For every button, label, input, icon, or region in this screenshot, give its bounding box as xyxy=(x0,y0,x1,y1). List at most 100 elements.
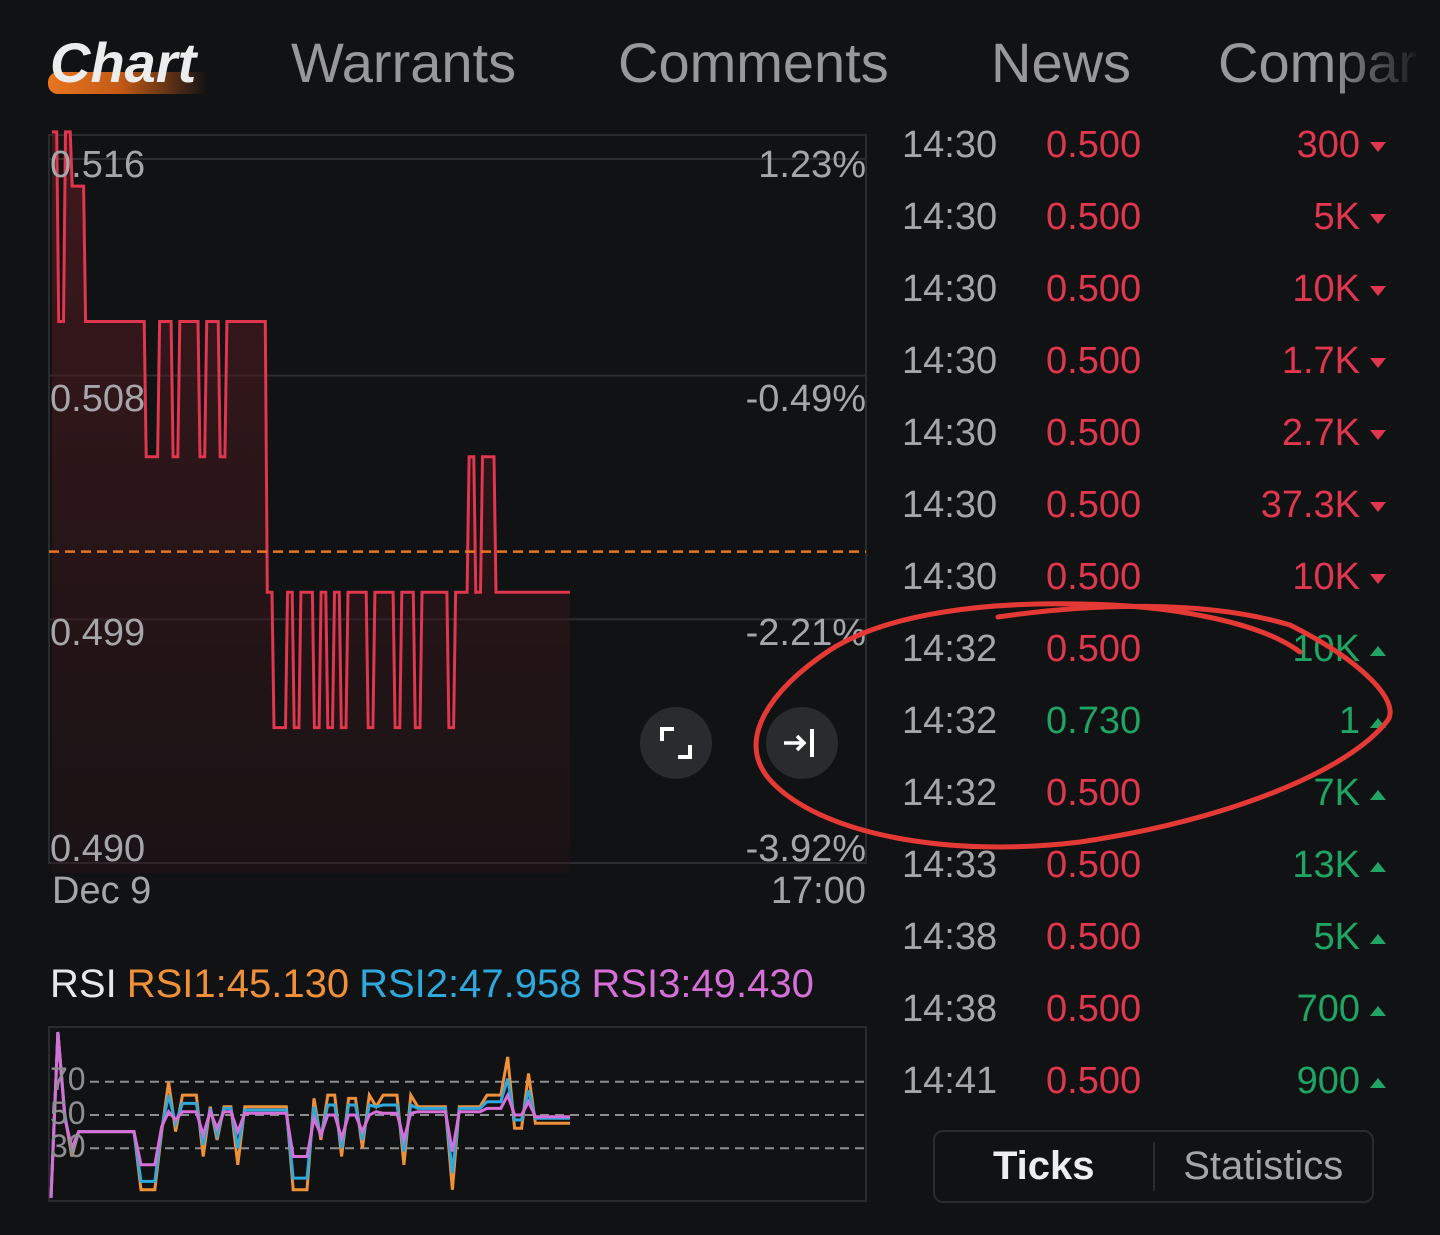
tick-price: 0.500 xyxy=(1046,916,1142,958)
tick-price: 0.500 xyxy=(1046,988,1142,1030)
tab-warrants[interactable]: Warrants xyxy=(291,30,516,95)
price-area-fill xyxy=(52,131,570,873)
y-tick-right-0: 1.23% xyxy=(758,144,866,186)
tick-time: 14:32 xyxy=(902,772,998,814)
tick-price: 0.500 xyxy=(1046,412,1142,454)
tick-time: 14:30 xyxy=(902,484,998,526)
triangle-down-icon xyxy=(1370,214,1386,224)
triangle-up-icon xyxy=(1370,862,1386,872)
rsi-chart[interactable]: 70 50 30 xyxy=(0,1020,880,1210)
tick-row: 14:30 0.500 5K xyxy=(880,184,1440,256)
tick-time: 14:32 xyxy=(902,700,998,742)
tick-time: 14:30 xyxy=(902,556,998,598)
tick-row: 14:41 0.500 900 xyxy=(880,1048,1440,1115)
tab-bar: Chart Warrants Comments News Compar xyxy=(0,0,1440,125)
tick-price: 0.500 xyxy=(1046,844,1142,886)
price-chart-canvas xyxy=(48,130,867,873)
triangle-down-icon xyxy=(1370,502,1386,512)
triangle-down-icon xyxy=(1370,574,1386,584)
tick-row: 14:30 0.500 10K xyxy=(880,256,1440,328)
tick-volume: 700 xyxy=(1296,988,1360,1030)
tab-chart-label: Chart xyxy=(50,31,197,94)
tick-price: 0.500 xyxy=(1046,556,1142,598)
tick-time: 14:38 xyxy=(902,988,998,1030)
triangle-up-icon xyxy=(1370,934,1386,944)
tick-price: 0.500 xyxy=(1046,130,1142,166)
fullscreen-button[interactable] xyxy=(640,707,712,779)
y-tick-left-0: 0.516 xyxy=(50,144,146,186)
tick-volume: 7K xyxy=(1313,772,1360,814)
y-tick-left-3: 0.490 xyxy=(50,828,146,870)
tick-row: 14:30 0.500 1.7K xyxy=(880,328,1440,400)
toggle-ticks[interactable]: Ticks xyxy=(935,1132,1153,1201)
y-tick-right-1: -0.49% xyxy=(745,378,866,420)
tick-price: 0.500 xyxy=(1046,628,1142,670)
scroll-to-latest-button[interactable] xyxy=(766,707,838,779)
arrow-to-end-icon xyxy=(784,729,814,757)
x-tick-start: Dec 9 xyxy=(52,870,152,912)
tick-row: 14:30 0.500 37.3K xyxy=(880,472,1440,544)
tab-comments[interactable]: Comments xyxy=(618,30,889,95)
tick-price: 0.500 xyxy=(1046,268,1142,310)
tick-volume: 10K xyxy=(1292,268,1360,310)
tick-row: 14:30 0.500 10K xyxy=(880,544,1440,616)
rsi1-legend: RSI1:45.130 xyxy=(126,962,350,1006)
tick-price: 0.500 xyxy=(1046,772,1142,814)
rsi2-legend: RSI2:47.958 xyxy=(359,962,582,1006)
tick-time: 14:30 xyxy=(902,196,998,238)
tick-volume: 900 xyxy=(1296,1060,1360,1102)
tab-company[interactable]: Compar xyxy=(1218,30,1417,95)
tick-row: 14:38 0.500 5K xyxy=(880,904,1440,976)
tick-volume: 1.7K xyxy=(1281,340,1360,382)
tick-volume: 5K xyxy=(1313,916,1360,958)
rsi-tick-70: 70 xyxy=(50,1061,86,1097)
tick-row: 14:32 0.500 10K xyxy=(880,616,1440,688)
rsi-chart-canvas xyxy=(48,1026,867,1202)
rsi-title: RSI xyxy=(50,962,117,1006)
tick-time: 14:30 xyxy=(902,130,998,166)
y-tick-right-3: -3.92% xyxy=(745,828,866,870)
triangle-up-icon xyxy=(1370,790,1386,800)
y-tick-left-2: 0.499 xyxy=(50,612,146,654)
tick-time: 14:30 xyxy=(902,340,998,382)
tick-row: 14:38 0.500 700 xyxy=(880,976,1440,1048)
triangle-up-icon xyxy=(1370,646,1386,656)
tick-volume: 10K xyxy=(1292,556,1360,598)
triangle-down-icon xyxy=(1370,286,1386,296)
tick-volume: 5K xyxy=(1313,196,1360,238)
tick-volume: 2.7K xyxy=(1281,412,1360,454)
price-chart[interactable]: 0.516 0.508 0.499 0.490 1.23% -0.49% -2.… xyxy=(0,130,880,930)
rsi3-legend: RSI3:49.430 xyxy=(591,962,814,1006)
triangle-up-icon xyxy=(1370,1078,1386,1088)
tick-volume: 10K xyxy=(1292,628,1360,670)
triangle-up-icon xyxy=(1370,1006,1386,1016)
tick-price: 0.500 xyxy=(1046,484,1142,526)
toggle-statistics[interactable]: Statistics xyxy=(1155,1132,1373,1201)
tab-company-label: Compar xyxy=(1218,31,1418,94)
tick-volume: 37.3K xyxy=(1260,484,1360,526)
tick-time: 14:33 xyxy=(902,844,998,886)
triangle-down-icon xyxy=(1370,142,1386,152)
x-tick-end: 17:00 xyxy=(770,870,866,912)
rsi-tick-30: 30 xyxy=(50,1128,86,1164)
triangle-down-icon xyxy=(1370,430,1386,440)
tick-row: 14:32 0.730 1 xyxy=(880,688,1440,760)
tab-comments-label: Comments xyxy=(618,31,889,94)
tick-volume: 300 xyxy=(1296,130,1360,166)
y-tick-left-1: 0.508 xyxy=(50,378,146,420)
expand-corners-icon xyxy=(660,727,692,759)
ticks-list[interactable]: 14:30 0.500 300 14:30 0.500 5K 14:30 0.500 10K 14… xyxy=(880,130,1440,1115)
tick-volume: 1 xyxy=(1338,700,1360,742)
tab-chart[interactable]: Chart xyxy=(50,30,196,95)
tick-time: 14:30 xyxy=(902,268,998,310)
tick-price: 0.730 xyxy=(1046,700,1142,742)
triangle-up-icon xyxy=(1370,718,1386,728)
tick-volume: 13K xyxy=(1292,844,1360,886)
tick-row: 14:30 0.500 2.7K xyxy=(880,400,1440,472)
tick-price: 0.500 xyxy=(1046,196,1142,238)
tick-price: 0.500 xyxy=(1046,340,1142,382)
tick-time: 14:41 xyxy=(902,1060,998,1102)
tab-news[interactable]: News xyxy=(991,30,1131,95)
ticks-statistics-toggle: Ticks Statistics xyxy=(933,1130,1374,1203)
tick-row: 14:33 0.500 13K xyxy=(880,832,1440,904)
